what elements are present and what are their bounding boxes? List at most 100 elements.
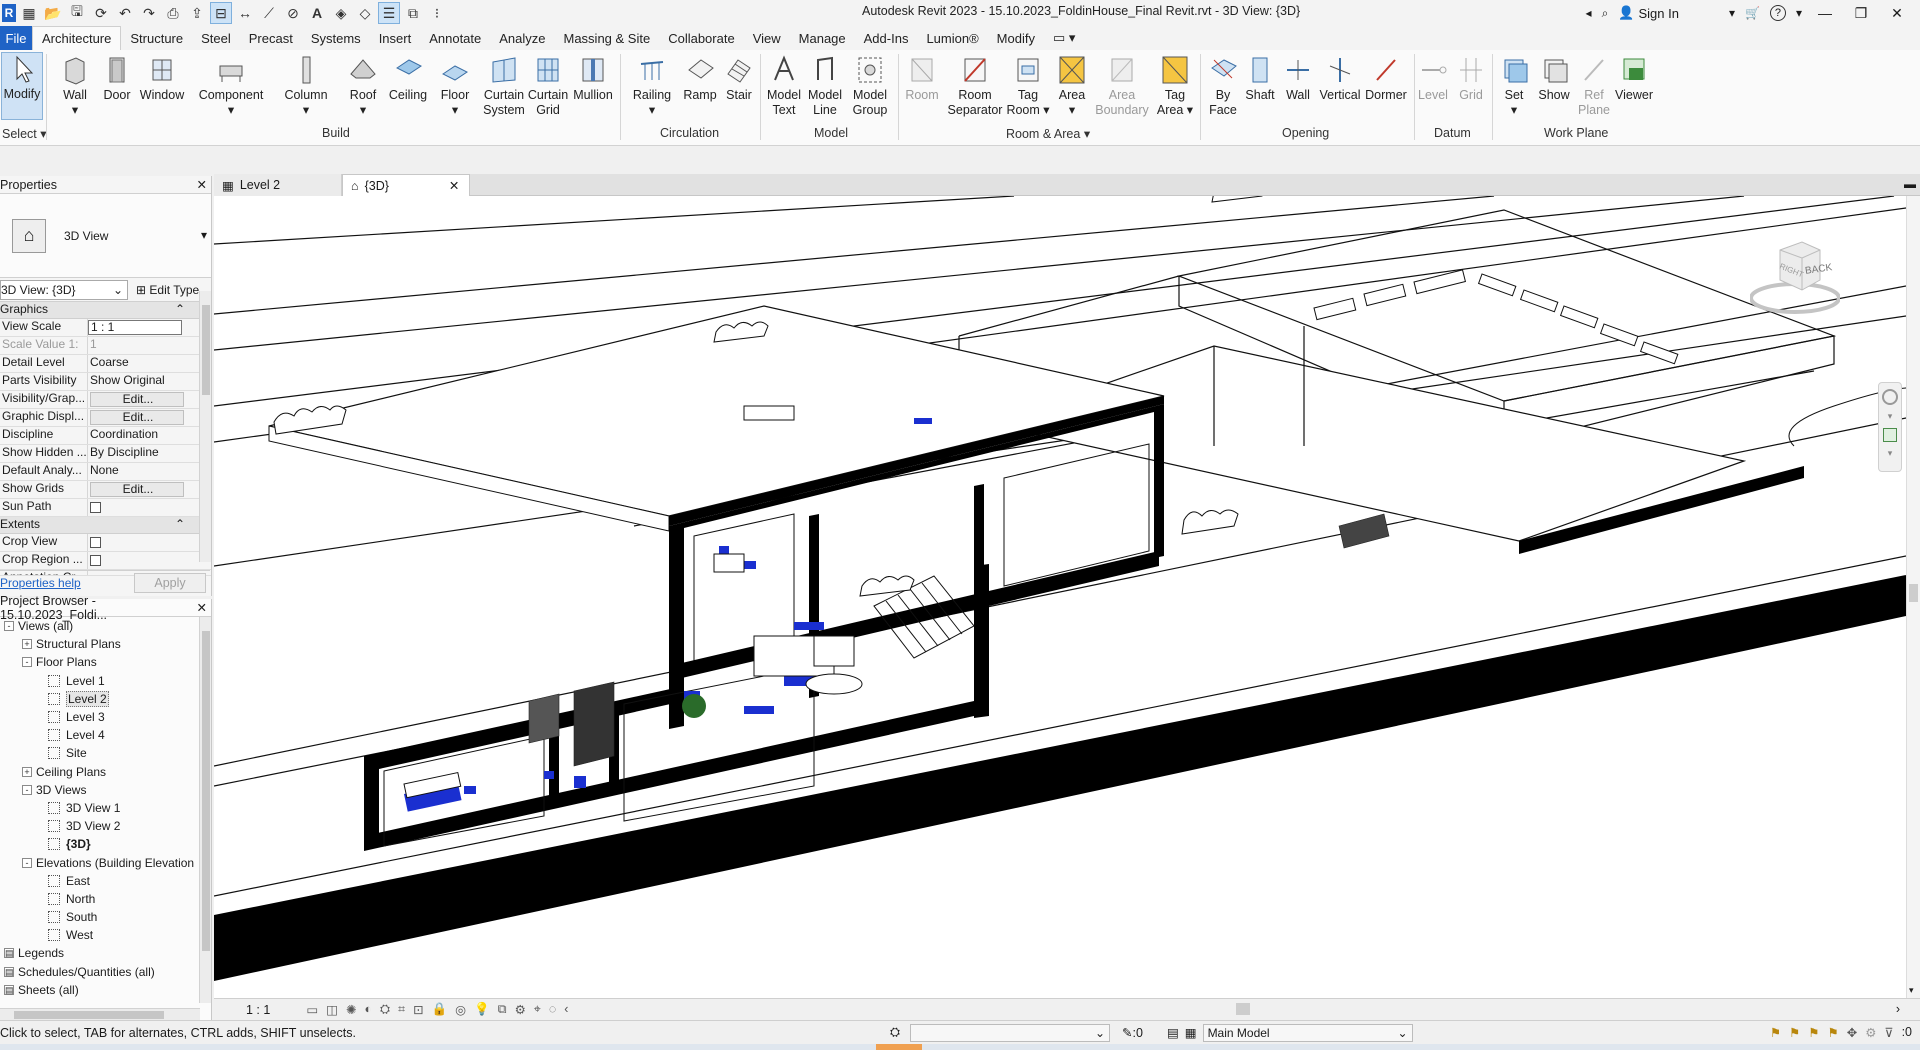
tab-add-ins[interactable]: Add-Ins xyxy=(855,26,918,50)
restore-icon[interactable]: ❐ xyxy=(1848,5,1874,22)
browser-node[interactable]: Level 4 xyxy=(0,726,211,744)
ramp-button[interactable]: Ramp xyxy=(682,54,718,103)
browser-node[interactable]: West xyxy=(0,926,211,944)
help-icon[interactable]: ? xyxy=(1769,5,1786,21)
tab-annotate[interactable]: Annotate xyxy=(420,26,490,50)
tab-level-2[interactable]: ▦ Level 2 xyxy=(214,174,342,196)
collapse-node-icon[interactable]: - xyxy=(22,657,32,668)
shaft-button[interactable]: Shaft xyxy=(1242,54,1278,103)
tag-room-button[interactable]: Tag Room ▾ xyxy=(1006,54,1050,118)
door-button[interactable]: Door xyxy=(100,54,134,103)
tab-file[interactable]: File xyxy=(0,26,32,50)
apply-button[interactable]: Apply xyxy=(134,572,206,593)
group-extents[interactable]: Extents ⌃ xyxy=(0,517,211,534)
browser-node[interactable]: {3D} xyxy=(0,835,211,853)
main-model-dropdown[interactable]: Main Model ⌄ xyxy=(1202,1023,1413,1042)
dormer-button[interactable]: Dormer xyxy=(1364,54,1408,103)
collapse-node-icon[interactable]: - xyxy=(22,784,32,795)
expand-node-icon[interactable]: + xyxy=(22,639,32,650)
browser-node[interactable]: South xyxy=(0,908,211,926)
select-underlay-icon[interactable]: ⚑ xyxy=(1789,1025,1800,1040)
tab-3d[interactable]: ⌂ {3D} ✕ xyxy=(342,174,470,196)
3d-viewport[interactable]: BACK RIGHT ▾ ▾ xyxy=(214,196,1906,998)
worksets-icon[interactable]: ⛭ xyxy=(890,1025,900,1040)
browser-node[interactable]: + Ceiling Plans xyxy=(0,763,211,781)
viewer-button[interactable]: Viewer xyxy=(1614,54,1654,103)
scroll-right-icon[interactable]: › xyxy=(1896,1002,1900,1016)
area-boundary-button[interactable]: Area Boundary xyxy=(1095,54,1149,118)
text-icon[interactable]: A xyxy=(306,2,328,24)
worksharing-icon[interactable]: ⧉ xyxy=(498,1002,507,1017)
visual-style-icon[interactable]: ◫ xyxy=(326,1002,338,1017)
prop-row[interactable]: Show Hidden ... By Discipline xyxy=(0,445,211,463)
group-graphics[interactable]: Graphics ⌃ xyxy=(0,302,211,319)
tab-structure[interactable]: Structure xyxy=(121,26,192,50)
column-button[interactable]: Column ▾ xyxy=(282,54,330,118)
vertical-button[interactable]: Vertical xyxy=(1318,54,1362,103)
model-line-button[interactable]: Model Line xyxy=(806,54,844,118)
filter-icon[interactable]: ⊽ xyxy=(1884,1025,1893,1040)
browser-node[interactable]: ▤ Legends xyxy=(0,944,211,962)
ceiling-button[interactable]: Ceiling xyxy=(388,54,428,103)
worksets-dropdown[interactable]: ⌄ xyxy=(910,1023,1111,1042)
collapse-node-icon[interactable]: - xyxy=(4,621,14,632)
editable-only-icon[interactable]: ✎ xyxy=(1122,1025,1132,1040)
prop-row[interactable]: Default Analy... None xyxy=(0,463,211,481)
tab-massing-site[interactable]: Massing & Site xyxy=(555,26,660,50)
model-text-button[interactable]: Model Text xyxy=(764,54,804,118)
customize-qat-icon[interactable]: ⁝ xyxy=(426,2,448,24)
tab-collaborate[interactable]: Collaborate xyxy=(659,26,744,50)
tab-precast[interactable]: Precast xyxy=(240,26,302,50)
browser-node[interactable]: Level 2 xyxy=(0,690,211,708)
level-button[interactable]: Level xyxy=(1418,54,1448,103)
browser-node[interactable]: + Structural Plans xyxy=(0,635,211,653)
room-button[interactable]: Room xyxy=(904,54,940,103)
home-icon[interactable]: ▦ xyxy=(18,2,40,24)
crop-region-checkbox[interactable] xyxy=(90,555,101,566)
browser-node[interactable]: Site xyxy=(0,744,211,762)
wall-button[interactable]: Wall ▾ xyxy=(58,54,92,118)
redo-icon[interactable]: ↷ xyxy=(138,2,160,24)
browser-node[interactable]: 3D View 1 xyxy=(0,799,211,817)
close-tab-icon[interactable]: ✕ xyxy=(449,178,459,193)
revit-logo-icon[interactable]: R xyxy=(2,4,16,22)
analytical-icon[interactable]: ◌ xyxy=(549,1002,556,1017)
browser-node[interactable]: ▤ Schedules/Quantities (all) xyxy=(0,963,211,981)
browser-node[interactable]: East xyxy=(0,872,211,890)
viewport-v-scrollbar[interactable]: ▾ xyxy=(1906,196,1920,998)
modify-button[interactable]: Modify xyxy=(1,52,43,120)
crop-view-icon[interactable]: ⌗ xyxy=(398,1002,405,1017)
scroll-down-icon[interactable]: ▾ xyxy=(1909,985,1914,996)
mullion-button[interactable]: Mullion xyxy=(570,54,616,103)
floor-button[interactable]: Floor ▾ xyxy=(438,54,472,118)
close-window-icon[interactable]: ✕ xyxy=(1884,5,1910,22)
viewcube[interactable]: BACK RIGHT xyxy=(1749,236,1841,316)
expand-node-icon[interactable]: + xyxy=(22,766,32,777)
tab-lumion[interactable]: Lumion® xyxy=(917,26,987,50)
tag-icon[interactable]: ⊘ xyxy=(282,2,304,24)
browser-node[interactable]: -3D Views xyxy=(0,781,211,799)
room-separator-button[interactable]: Room Separator xyxy=(946,54,1004,118)
select-links-icon[interactable]: ⚑ xyxy=(1770,1025,1781,1040)
view-scale-label[interactable]: 1 : 1 xyxy=(246,1003,270,1017)
window-button[interactable]: Window xyxy=(138,54,186,103)
export-icon[interactable]: ⇪ xyxy=(186,2,208,24)
3d-view-icon[interactable]: ◈ xyxy=(330,2,352,24)
type-dropdown-icon[interactable]: ▾ xyxy=(201,228,207,242)
sun-path-checkbox[interactable] xyxy=(90,502,101,513)
tab-steel[interactable]: Steel xyxy=(192,26,240,50)
stair-button[interactable]: Stair xyxy=(722,54,756,103)
tab-systems[interactable]: Systems xyxy=(302,26,370,50)
edit-type-button[interactable]: ⊞ Edit Type xyxy=(136,283,199,297)
reveal-hidden-icon[interactable]: 💡 xyxy=(474,1002,490,1017)
browser-node[interactable]: 3D View 2 xyxy=(0,817,211,835)
select-by-face-icon[interactable]: ⚑ xyxy=(1827,1025,1838,1040)
grid-button[interactable]: Grid xyxy=(1456,54,1486,103)
area-button[interactable]: Area ▾ xyxy=(1056,54,1088,118)
curtain-grid-button[interactable]: Curtain Grid xyxy=(528,54,568,118)
sun-path-icon[interactable]: ✺ xyxy=(346,1002,356,1017)
temp-properties-icon[interactable]: ⚙ xyxy=(515,1002,526,1017)
show-grids-edit-button[interactable]: Edit... xyxy=(90,482,184,497)
prop-row[interactable]: Parts Visibility Show Original xyxy=(0,373,211,391)
room-area-panel-label[interactable]: Room & Area ▾ xyxy=(1006,126,1090,141)
